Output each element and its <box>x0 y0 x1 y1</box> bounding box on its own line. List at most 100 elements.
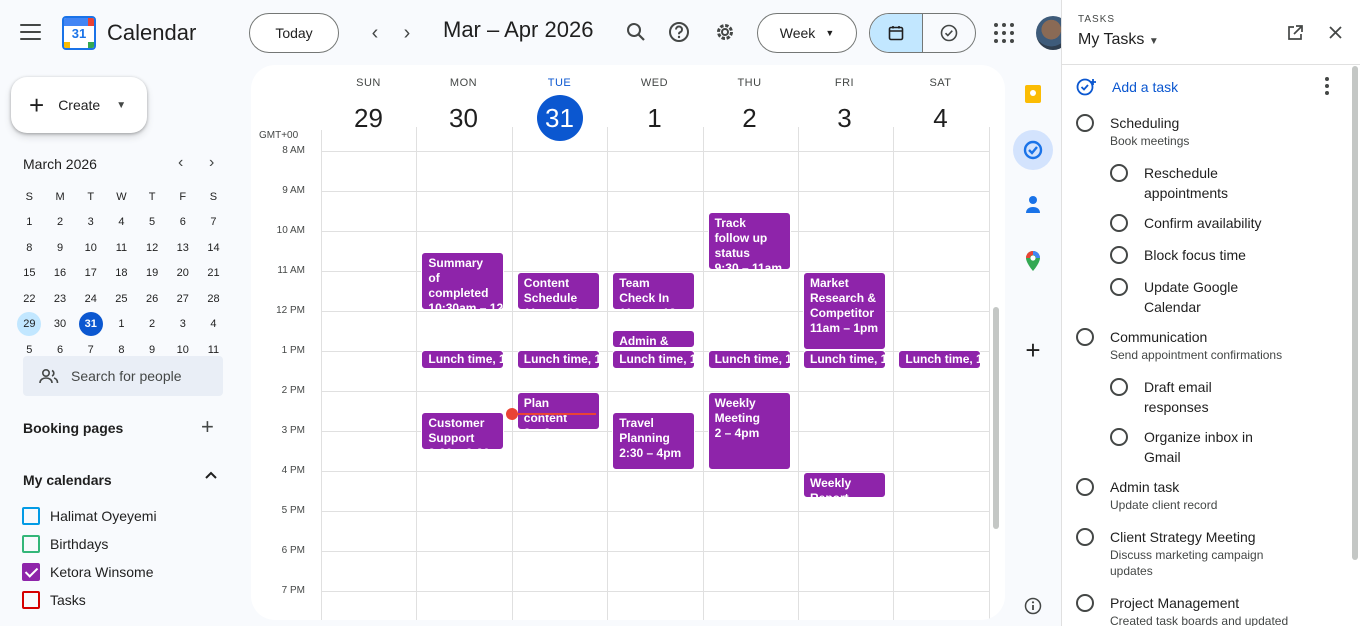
task-item[interactable]: Admin task Update client record <box>1076 477 1306 513</box>
mini-day[interactable]: 4 <box>106 210 137 234</box>
collapse-chevron-icon[interactable] <box>204 468 218 487</box>
mini-day[interactable]: 1 <box>106 312 137 336</box>
day-number[interactable]: 3 <box>797 95 892 141</box>
mini-next-month-icon[interactable]: › <box>209 154 214 172</box>
mini-day[interactable]: 25 <box>106 287 137 311</box>
my-calendars-heading[interactable]: My calendars <box>23 472 112 488</box>
mini-day[interactable]: 2 <box>45 210 76 234</box>
calendar-event[interactable]: Lunch time, 1 <box>421 350 505 369</box>
day-number[interactable]: 31 <box>512 95 607 141</box>
grid-scrollbar[interactable] <box>993 307 999 529</box>
day-column-header[interactable]: MON 30 <box>416 65 511 141</box>
mini-day[interactable]: 4 <box>198 312 229 336</box>
mini-day[interactable]: 23 <box>45 287 76 311</box>
calendar-event[interactable]: Content Schedule11am – 12pm <box>516 272 600 310</box>
mini-day[interactable]: 9 <box>45 236 76 260</box>
task-complete-checkbox[interactable] <box>1076 594 1094 612</box>
mini-day[interactable]: 31 <box>75 312 106 337</box>
more-options-icon[interactable] <box>1325 77 1329 95</box>
task-item[interactable]: Organize inbox in Gmail <box>1110 427 1270 467</box>
day-column-header[interactable]: SUN 29 <box>321 65 416 141</box>
task-complete-checkbox[interactable] <box>1110 246 1128 264</box>
calendar-list-item[interactable]: Halimat Oyeyemi <box>22 507 157 525</box>
calendar-event[interactable]: Weekly Report <box>803 472 886 498</box>
task-item[interactable]: Project Management Created task boards an… <box>1076 593 1306 626</box>
info-icon[interactable] <box>1021 594 1045 618</box>
task-complete-checkbox[interactable] <box>1076 328 1094 346</box>
mini-day[interactable]: 28 <box>198 287 229 311</box>
calendar-event[interactable]: Lunch time, 1 <box>707 350 791 369</box>
help-icon[interactable] <box>665 18 693 46</box>
day-column-header[interactable]: TUE 31 <box>512 65 607 141</box>
day-column-header[interactable]: SAT 4 <box>893 65 988 141</box>
calendar-view-icon[interactable] <box>870 14 923 52</box>
day-column-header[interactable]: FRI 3 <box>797 65 892 141</box>
task-item[interactable]: Communication Send appointment confirmati… <box>1076 327 1306 363</box>
task-complete-checkbox[interactable] <box>1076 114 1094 132</box>
main-menu-icon[interactable] <box>20 24 41 40</box>
calendar-list-item[interactable]: Tasks <box>22 591 86 609</box>
calendar-event[interactable]: Team Check In11am – 12pm <box>612 272 696 310</box>
task-complete-checkbox[interactable] <box>1110 164 1128 182</box>
mini-day[interactable]: 12 <box>137 236 168 260</box>
task-complete-checkbox[interactable] <box>1110 278 1128 296</box>
task-complete-checkbox[interactable] <box>1110 378 1128 396</box>
calendar-event[interactable]: Lunch time, 1 <box>898 350 982 369</box>
mini-day[interactable]: 10 <box>75 236 106 260</box>
day-number[interactable]: 29 <box>321 95 416 141</box>
view-toggle[interactable] <box>869 13 976 53</box>
keep-icon[interactable] <box>1021 82 1045 106</box>
mini-prev-month-icon[interactable]: ‹ <box>178 154 183 172</box>
calendar-event[interactable]: Travel Planning 2:30 – 4pm <box>612 412 696 470</box>
task-item[interactable]: Confirm availability <box>1110 213 1270 233</box>
mini-day[interactable]: 29 <box>14 312 45 337</box>
calendar-event[interactable]: Market Research & Competitor 11am – 1pm <box>803 272 886 350</box>
mini-day[interactable]: 17 <box>75 261 106 285</box>
next-period-icon[interactable]: › <box>394 20 420 46</box>
add-addon-icon[interactable]: + <box>1021 335 1045 365</box>
day-number[interactable]: 1 <box>607 95 702 141</box>
task-item[interactable]: Reschedule appointments <box>1110 163 1270 203</box>
task-item[interactable]: Client Strategy Meeting Discuss marketing… <box>1076 527 1306 579</box>
mini-day[interactable]: 22 <box>14 287 45 311</box>
calendar-checkbox[interactable] <box>22 507 40 525</box>
calendar-list-item[interactable]: Birthdays <box>22 535 108 553</box>
mini-day[interactable]: 11 <box>106 236 137 260</box>
calendar-event[interactable]: Lunch time, 1 <box>516 350 600 369</box>
mini-day[interactable]: 18 <box>106 261 137 285</box>
day-number[interactable]: 30 <box>416 95 511 141</box>
task-complete-checkbox[interactable] <box>1110 214 1128 232</box>
mini-day[interactable]: 21 <box>198 261 229 285</box>
mini-day[interactable]: 24 <box>75 287 106 311</box>
search-people-input[interactable]: Search for people <box>23 356 223 396</box>
calendar-event[interactable]: Customer Support2:30 – 3:30pm <box>421 412 505 450</box>
mini-day[interactable]: 27 <box>167 287 198 311</box>
close-icon[interactable] <box>1328 25 1343 45</box>
task-item[interactable]: Scheduling Book meetings <box>1076 113 1306 149</box>
calendar-event[interactable]: Plan content2 – 3pm <box>516 392 600 430</box>
task-complete-checkbox[interactable] <box>1076 528 1094 546</box>
calendar-event[interactable]: Lunch time, 1 <box>612 350 696 369</box>
mini-day[interactable]: 6 <box>167 210 198 234</box>
day-number[interactable]: 2 <box>702 95 797 141</box>
mini-day[interactable]: 19 <box>137 261 168 285</box>
open-in-new-icon[interactable] <box>1286 24 1304 47</box>
mini-day[interactable]: 26 <box>137 287 168 311</box>
create-button[interactable]: + Create ▼ <box>11 77 147 133</box>
mini-day[interactable]: 16 <box>45 261 76 285</box>
settings-gear-icon[interactable] <box>711 18 739 46</box>
task-item[interactable]: Draft email responses <box>1110 377 1270 417</box>
mini-day[interactable]: 3 <box>167 312 198 336</box>
calendar-list-item[interactable]: Ketora Winsome <box>22 563 153 581</box>
task-item[interactable]: Block focus time <box>1110 245 1270 265</box>
mini-day[interactable]: 30 <box>45 312 76 336</box>
mini-day[interactable]: 13 <box>167 236 198 260</box>
mini-day[interactable]: 2 <box>137 312 168 336</box>
task-item[interactable]: Update Google Calendar <box>1110 277 1270 317</box>
tasks-scrollbar[interactable] <box>1352 66 1358 560</box>
task-complete-checkbox[interactable] <box>1076 478 1094 496</box>
add-task-button[interactable]: Add a task <box>1076 77 1178 97</box>
task-list-selector[interactable]: My Tasks ▼ <box>1078 31 1159 49</box>
maps-icon[interactable] <box>1021 249 1045 273</box>
day-number[interactable]: 4 <box>893 95 988 141</box>
